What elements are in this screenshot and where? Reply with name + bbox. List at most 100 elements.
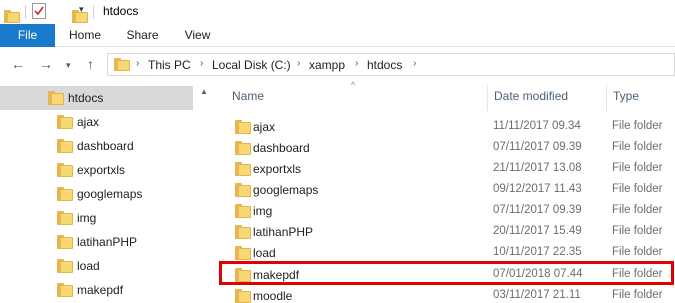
tab-view[interactable]: View [170,24,225,47]
file-type: File folder [612,162,663,174]
file-name: googlemaps [253,183,319,197]
file-row[interactable]: ajax 11/11/2017 09.34 File folder [220,116,675,137]
file-date: 10/11/2017 22.35 [493,246,582,258]
file-type: File folder [612,225,663,237]
column-divider[interactable] [606,85,607,111]
file-date: 03/11/2017 21.11 [493,289,581,301]
nav-item-label: ajax [77,115,100,129]
tab-file[interactable]: File [0,24,55,47]
address-row: ← → ▾ ↑ › This PC › Local Disk (C:) › xa… [0,47,675,83]
highlight-box [219,261,674,285]
folder-icon [235,204,251,218]
folder-icon [57,139,73,153]
nav-item-label: htdocs [68,91,104,105]
column-divider[interactable] [487,85,488,111]
title-bar: ▾ htdocs [0,0,675,24]
file-type: File folder [612,289,663,301]
folder-icon [235,120,251,134]
folder-icon [57,283,73,297]
file-name: img [253,204,273,218]
folder-icon [235,183,251,197]
nav-item-label: googlemaps [77,187,143,201]
nav-item-latihanphp[interactable]: latihanPHP [0,230,212,254]
tab-share[interactable]: Share [115,24,170,47]
file-date: 09/12/2017 11.43 [493,183,582,195]
nav-item-makepdf[interactable]: makepdf [0,278,212,302]
folder-icon[interactable] [4,9,20,23]
nav-item-googlemaps[interactable]: googlemaps [0,182,212,206]
file-name: exportxls [253,162,302,176]
column-header-name[interactable]: Name [232,89,264,103]
file-name: load [253,246,276,260]
nav-item-label: latihanPHP [77,235,138,249]
folder-icon [114,58,130,71]
forward-icon[interactable]: → [39,56,53,72]
chevron-right-icon[interactable]: › [136,58,139,69]
file-row[interactable]: moodle 03/11/2017 21.11 File folder [220,285,675,303]
breadcrumb-htdocs[interactable]: htdocs [367,58,402,72]
back-icon[interactable]: ← [11,56,25,72]
folder-icon [57,163,73,177]
chevron-right-icon[interactable]: › [297,58,300,69]
nav-item-htdocs[interactable]: htdocs [0,86,193,110]
recent-icon[interactable]: ▾ [66,60,71,71]
address-bar[interactable]: › This PC › Local Disk (C:) › xampp › ht… [107,53,675,76]
nav-item-img[interactable]: img [0,206,212,230]
file-type: File folder [612,246,663,258]
separator [93,5,94,19]
file-date: 21/11/2017 13.08 [493,162,582,174]
folder-icon [235,162,251,176]
separator [25,5,26,19]
file-name: ajax [253,120,276,134]
nav-item-dashboard[interactable]: dashboard [0,134,212,158]
up-icon[interactable]: ↑ [87,56,94,72]
file-row[interactable]: img 07/11/2017 09.39 File folder [220,200,675,221]
file-name: dashboard [253,141,310,155]
file-date: 07/11/2017 09.39 [493,141,582,153]
chevron-right-icon[interactable]: › [200,58,203,69]
file-row[interactable]: latihanPHP 20/11/2017 15.49 File folder [220,221,675,242]
chevron-right-icon[interactable]: › [355,58,358,69]
file-row[interactable]: dashboard 07/11/2017 09.39 File folder [220,137,675,158]
file-type: File folder [612,183,663,195]
column-header-date[interactable]: Date modified [494,89,568,103]
breadcrumb-xampp[interactable]: xampp [309,58,345,72]
file-row[interactable]: load 10/11/2017 22.35 File folder [220,242,675,263]
file-type: File folder [612,120,663,132]
nav-item-label: dashboard [77,139,134,153]
file-row[interactable]: exportxls 21/11/2017 13.08 File folder [220,158,675,179]
scroll-up-icon[interactable]: ▲ [200,87,208,96]
folder-icon [235,225,251,239]
file-type: File folder [612,141,663,153]
folder-icon [235,289,251,303]
file-name: latihanPHP [253,225,314,239]
ribbon: File Home Share View [0,24,675,47]
nav-item-label: makepdf [77,283,124,297]
column-header-type[interactable]: Type [613,89,639,103]
nav-item-label: load [77,259,100,273]
file-date: 11/11/2017 09.34 [493,120,581,132]
breadcrumb-this-pc[interactable]: This PC [148,58,191,72]
folder-icon [48,91,64,105]
nav-item-label: img [77,211,97,225]
file-date: 07/11/2017 09.39 [493,204,582,216]
nav-item-load[interactable]: load [0,254,212,278]
breadcrumb-local-disk[interactable]: Local Disk (C:) [212,58,291,72]
nav-item-ajax[interactable]: ajax [0,110,212,134]
window-title: htdocs [103,4,139,18]
sort-up-icon: ^ [351,80,356,90]
chevron-right-icon[interactable]: › [413,58,416,69]
navigation-pane: htdocs ajax dashboard exportxls googlema… [0,83,212,303]
properties-icon[interactable] [32,3,46,19]
nav-item-exportxls[interactable]: exportxls [0,158,212,182]
folder-icon [235,246,251,260]
file-name: moodle [253,289,293,303]
tab-home[interactable]: Home [55,24,115,47]
file-row[interactable]: googlemaps 09/12/2017 11.43 File folder [220,179,675,200]
folder-icon [57,211,73,225]
folder-icon [57,235,73,249]
dropdown-icon[interactable]: ▾ [79,4,84,15]
file-date: 20/11/2017 15.49 [493,225,582,237]
folder-icon [235,141,251,155]
folder-icon [57,187,73,201]
